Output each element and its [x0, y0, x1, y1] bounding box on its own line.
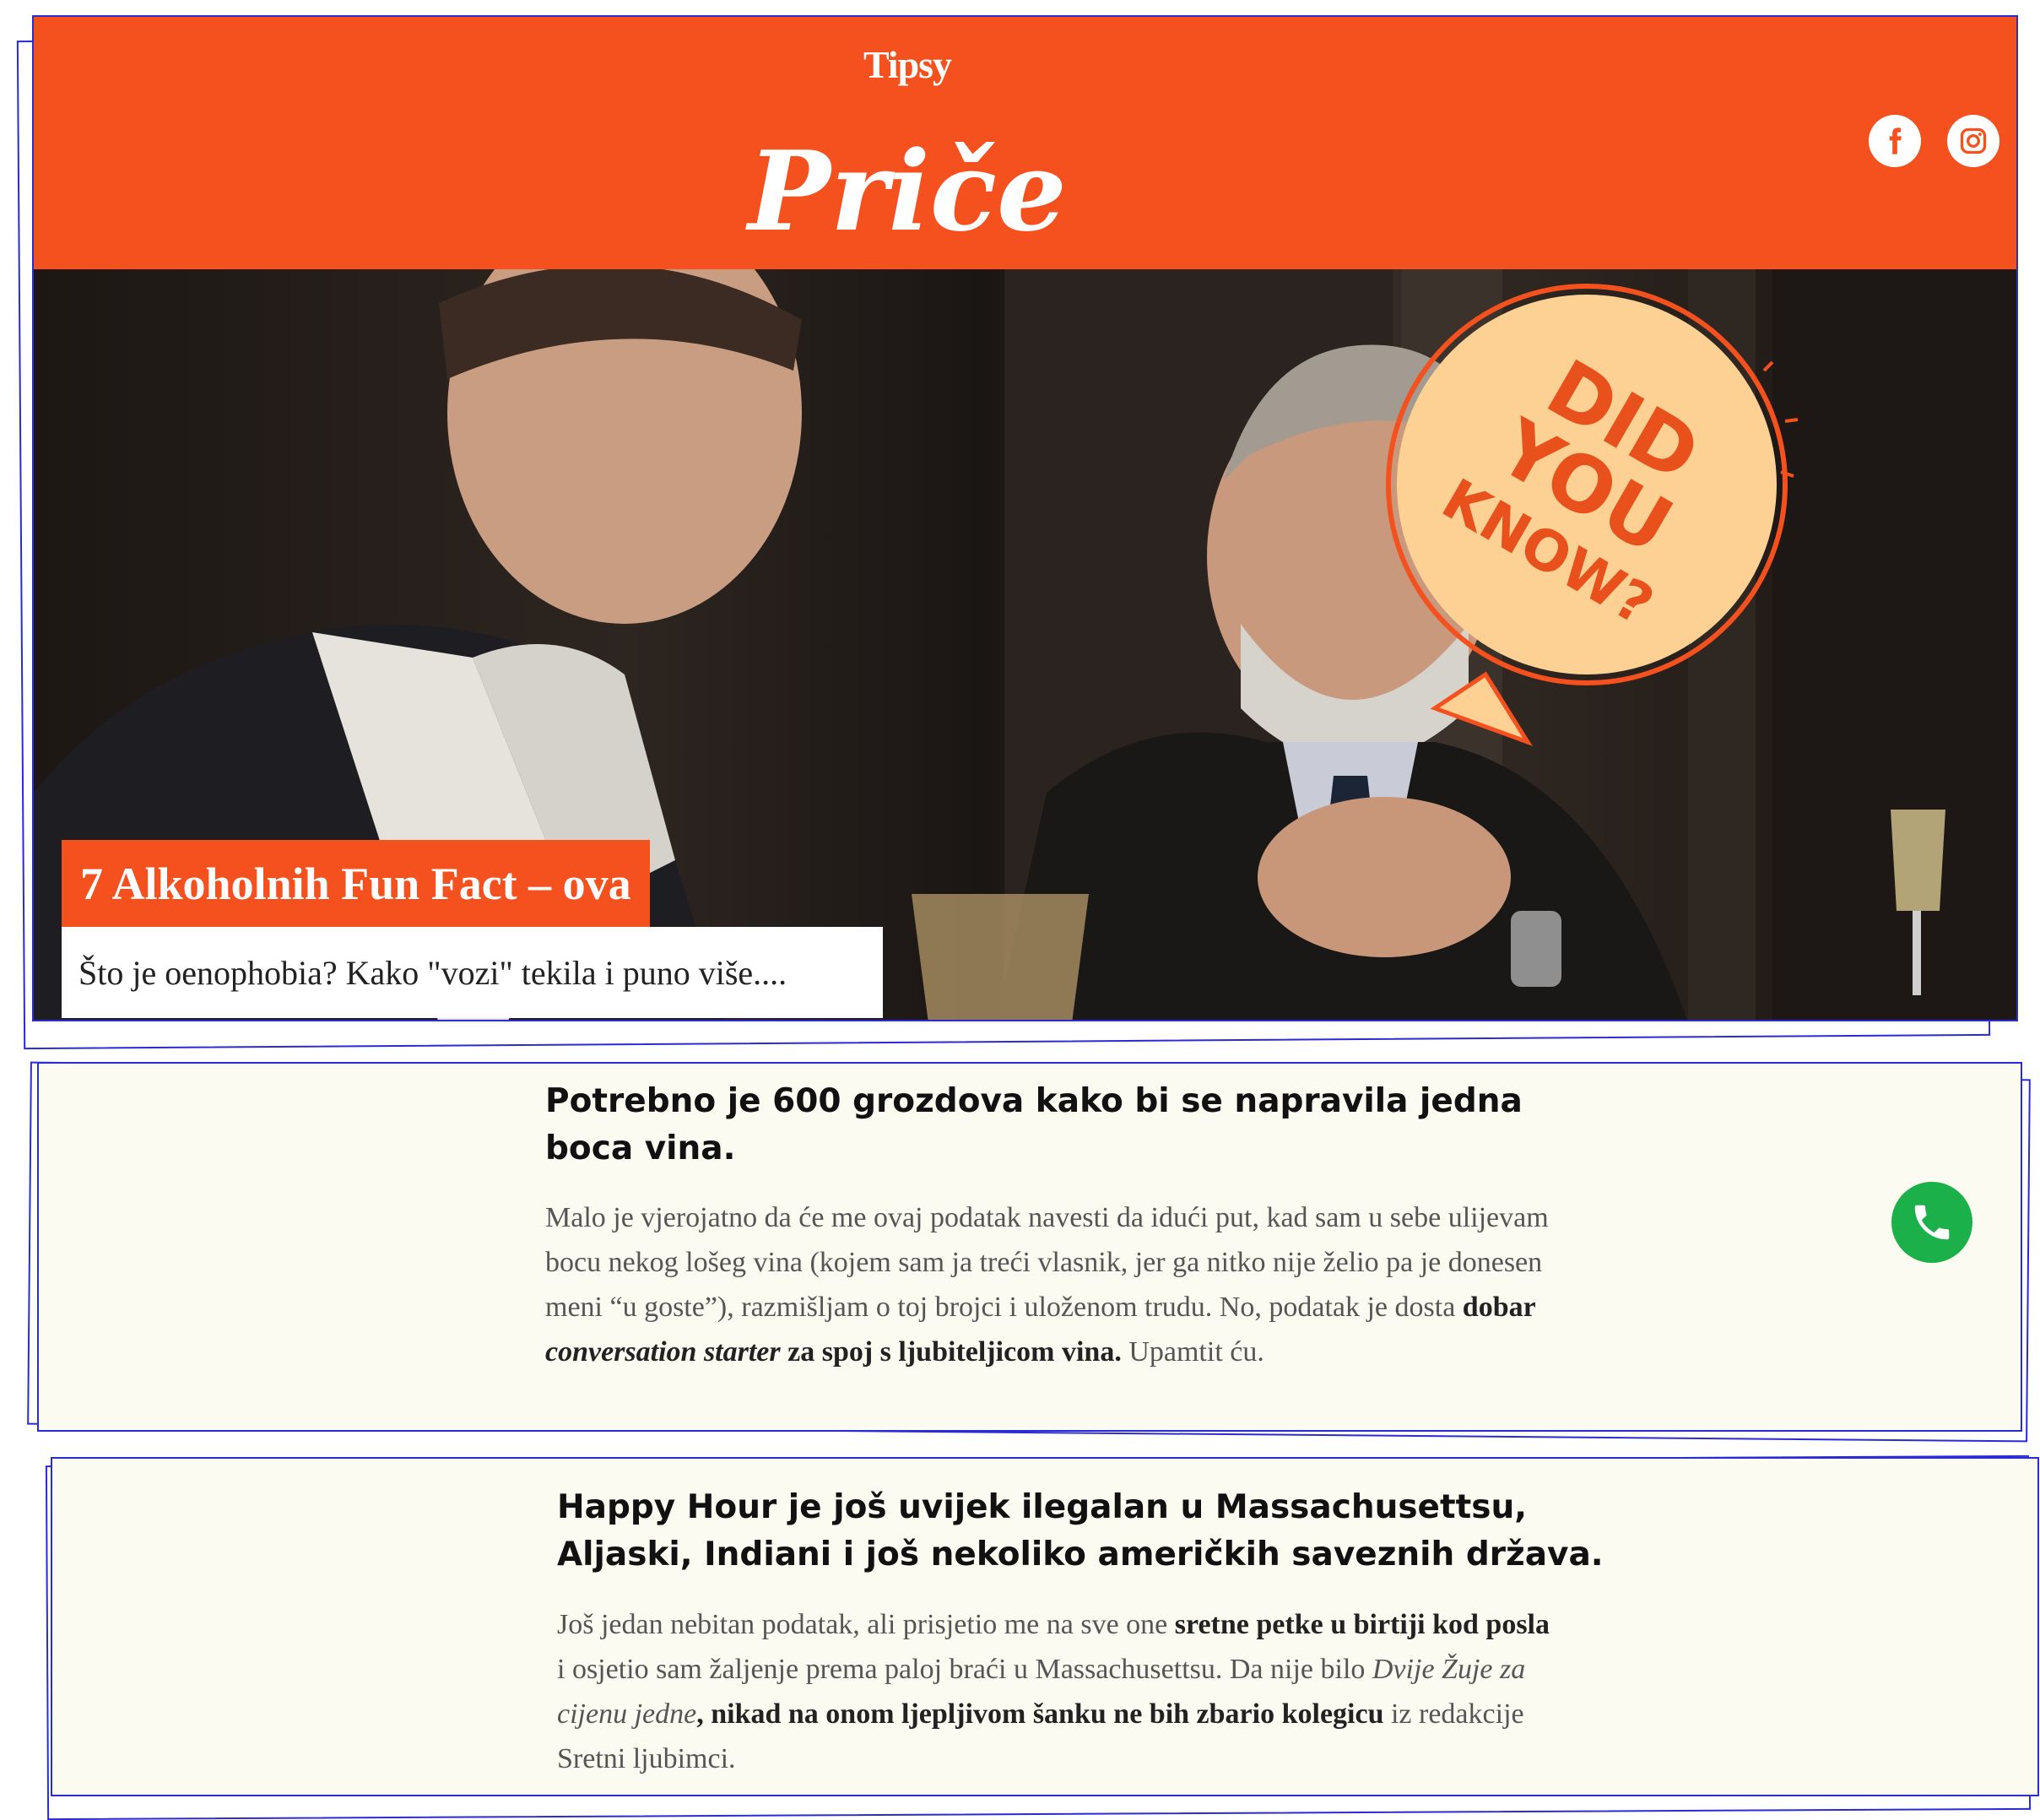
body-text: Upamtit ću. — [1121, 1336, 1264, 1368]
brand-logo[interactable]: Tipsy — [34, 42, 1781, 87]
heading-line: boca vina. — [545, 1129, 736, 1167]
facebook-icon — [1889, 127, 1902, 154]
instagram-icon — [1960, 127, 1987, 154]
fact-heading: Potrebno je 600 grozdova kako bi se napr… — [545, 1078, 1523, 1173]
body-text: za spoj s ljubiteljicom vina. — [780, 1336, 1122, 1368]
body-text: , nikad na onom ljepljivom šanku ne bih … — [696, 1698, 1384, 1730]
phone-icon — [1914, 1205, 1950, 1240]
heading-line: Aljaski, Indiani i još nekoliko američki… — [557, 1536, 1604, 1574]
heading-line: Potrebno je 600 grozdova kako bi se napr… — [545, 1082, 1523, 1120]
heading-line: Happy Hour je još uvijek ilegalan u Mass… — [557, 1488, 1528, 1526]
article-title[interactable]: 7 Alkoholnih Fun Fact – ova — [62, 840, 650, 927]
body-text: dobar — [1462, 1292, 1536, 1323]
facebook-link[interactable] — [1869, 115, 1921, 167]
body-text: Još jedan nebitan podatak, ali prisjetio… — [557, 1609, 1175, 1640]
fact-body: Još jedan nebitan podatak, ali prisjetio… — [557, 1602, 1553, 1781]
top-bar: Tipsy Priče — [34, 17, 2016, 269]
body-text: Malo je vjerojatno da će me ovaj podatak… — [545, 1202, 1549, 1323]
fact-card-1: Potrebno je 600 grozdova kako bi se napr… — [37, 1062, 2022, 1432]
body-text: i osjetio sam žaljenje prema paloj braći… — [557, 1654, 1372, 1685]
body-text: sretne petke u birtiji kod posla — [1174, 1609, 1550, 1640]
fact-heading: Happy Hour je još uvijek ilegalan u Mass… — [557, 1484, 1604, 1579]
call-button[interactable] — [1891, 1182, 1972, 1263]
fact-card-2: Happy Hour je još uvijek ilegalan u Mass… — [51, 1457, 2039, 1796]
stories-header: Tipsy Priče DID YOU KNOW? 7 Alkoholnih F… — [32, 15, 2018, 1021]
fact-body: Malo je vjerojatno da će me ovaj podatak… — [545, 1195, 1550, 1374]
instagram-link[interactable] — [1947, 115, 1999, 167]
section-title: Priče — [748, 127, 1067, 256]
article-subtitle[interactable]: Što je oenophobia? Kako "vozi" tekila i … — [62, 927, 883, 1018]
body-text: conversation starter — [545, 1336, 781, 1368]
